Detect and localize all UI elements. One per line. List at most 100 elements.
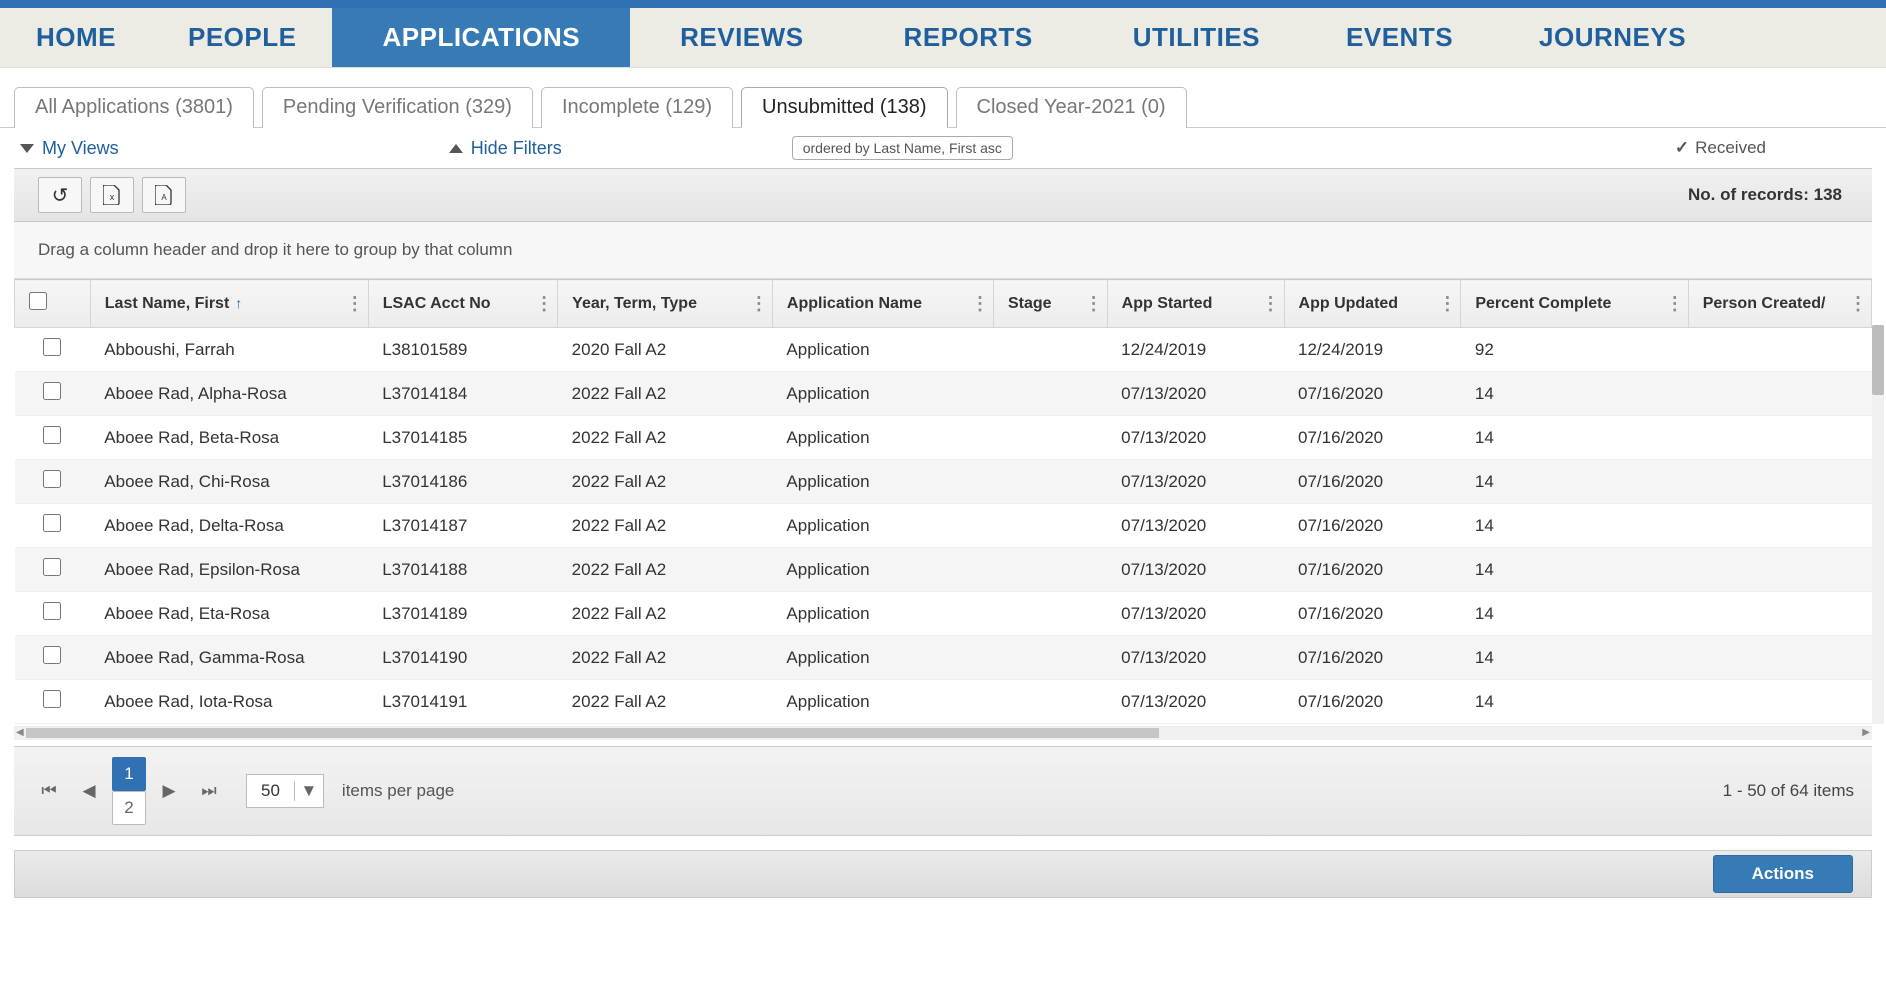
- tab-1[interactable]: Pending Verification (329): [262, 87, 533, 128]
- cell-lsac: L37014185: [368, 416, 557, 460]
- tab-0[interactable]: All Applications (3801): [14, 87, 254, 128]
- column-header-6[interactable]: App Started⋮: [1107, 280, 1284, 328]
- column-header-4[interactable]: Application Name⋮: [772, 280, 993, 328]
- pager-page-1[interactable]: 1: [112, 757, 146, 791]
- nav-journeys[interactable]: JOURNEYS: [1489, 8, 1736, 67]
- file-pdf-icon: A: [155, 185, 173, 205]
- horizontal-scrollbar[interactable]: ◀ ▶: [14, 726, 1872, 740]
- table-row[interactable]: Abboushi, FarrahL381015892020 Fall A2App…: [15, 328, 1872, 372]
- table-row[interactable]: Aboee Rad, Eta-RosaL370141892022 Fall A2…: [15, 592, 1872, 636]
- table-row[interactable]: Aboee Rad, Beta-RosaL370141852022 Fall A…: [15, 416, 1872, 460]
- table-row[interactable]: Aboee Rad, Gamma-RosaL370141902022 Fall …: [15, 636, 1872, 680]
- cell-pct: 14: [1461, 460, 1688, 504]
- cell-name: Aboee Rad, Alpha-Rosa: [90, 372, 368, 416]
- export-pdf-button[interactable]: A: [142, 177, 186, 213]
- cell-pct: 14: [1461, 680, 1688, 724]
- column-menu-icon[interactable]: ⋮: [1438, 293, 1454, 314]
- cell-ytt: 2022 Fall A2: [558, 592, 773, 636]
- column-menu-icon[interactable]: ⋮: [971, 293, 987, 314]
- table-row[interactable]: Aboee Rad, Alpha-RosaL370141842022 Fall …: [15, 372, 1872, 416]
- column-header-5[interactable]: Stage⋮: [993, 280, 1107, 328]
- cell-stage: [993, 328, 1107, 372]
- my-views-toggle[interactable]: My Views: [20, 138, 119, 159]
- cell-pct: 14: [1461, 548, 1688, 592]
- cell-pc: [1688, 372, 1871, 416]
- scrollbar-thumb[interactable]: [26, 728, 1159, 738]
- table-row[interactable]: Aboee Rad, Delta-RosaL370141872022 Fall …: [15, 504, 1872, 548]
- column-menu-icon[interactable]: ⋮: [750, 293, 766, 314]
- column-menu-icon[interactable]: ⋮: [346, 293, 362, 314]
- pager-first-button[interactable]: ⏮: [32, 774, 66, 808]
- export-excel-button[interactable]: x: [90, 177, 134, 213]
- column-header-7[interactable]: App Updated ⋮: [1284, 280, 1461, 328]
- refresh-button[interactable]: ↺: [38, 177, 82, 213]
- vertical-scrollbar[interactable]: [1872, 325, 1884, 724]
- column-menu-icon[interactable]: ⋮: [535, 293, 551, 314]
- tab-3[interactable]: Unsubmitted (138): [741, 87, 948, 128]
- pager-prev-button[interactable]: ◀: [72, 774, 106, 808]
- hide-filters-label: Hide Filters: [471, 138, 562, 159]
- cell-start: 07/13/2020: [1107, 680, 1284, 724]
- pager-next-button[interactable]: ▶: [152, 774, 186, 808]
- column-header-label: Person Created/: [1703, 295, 1826, 312]
- row-checkbox[interactable]: [43, 338, 61, 356]
- row-checkbox[interactable]: [43, 690, 61, 708]
- cell-lsac: L37014188: [368, 548, 557, 592]
- main-nav: HOMEPEOPLEAPPLICATIONSREVIEWSREPORTSUTIL…: [0, 8, 1886, 68]
- nav-events[interactable]: EVENTS: [1310, 8, 1489, 67]
- nav-reviews[interactable]: REVIEWS: [630, 8, 853, 67]
- sort-order-badge[interactable]: ordered by Last Name, First asc: [792, 136, 1013, 160]
- nav-applications[interactable]: APPLICATIONS: [332, 8, 630, 67]
- column-header-8[interactable]: Percent Complete ⋮: [1461, 280, 1688, 328]
- cell-start: 07/13/2020: [1107, 372, 1284, 416]
- tab-4[interactable]: Closed Year-2021 (0): [956, 87, 1187, 128]
- column-header-1[interactable]: Last Name, First↑⋮: [90, 280, 368, 328]
- column-header-2[interactable]: LSAC Acct No ⋮: [368, 280, 557, 328]
- pager-last-button[interactable]: ⏭: [192, 774, 226, 808]
- select-all-checkbox[interactable]: [29, 292, 47, 310]
- hide-filters-toggle[interactable]: Hide Filters: [449, 138, 562, 159]
- column-header-9[interactable]: Person Created/ ⋮: [1688, 280, 1871, 328]
- column-header-checkbox[interactable]: [15, 280, 91, 328]
- sort-asc-icon: ↑: [235, 295, 242, 311]
- cell-start: 07/13/2020: [1107, 592, 1284, 636]
- cell-pct: 14: [1461, 416, 1688, 460]
- column-menu-icon[interactable]: ⋮: [1849, 293, 1865, 314]
- pager-page-2[interactable]: 2: [112, 791, 146, 825]
- chevron-up-icon: [449, 144, 463, 153]
- top-accent-strip: [0, 0, 1886, 8]
- column-header-3[interactable]: Year, Term, Type⋮: [558, 280, 773, 328]
- table-row[interactable]: Aboee Rad, Epsilon-RosaL370141882022 Fal…: [15, 548, 1872, 592]
- page-size-select[interactable]: 50 ▼: [246, 774, 324, 808]
- nav-home[interactable]: HOME: [0, 8, 152, 67]
- row-checkbox[interactable]: [43, 514, 61, 532]
- tab-2[interactable]: Incomplete (129): [541, 87, 733, 128]
- column-menu-icon[interactable]: ⋮: [1666, 293, 1682, 314]
- column-header-label: LSAC Acct No: [383, 295, 491, 312]
- row-checkbox[interactable]: [43, 646, 61, 664]
- row-checkbox[interactable]: [43, 558, 61, 576]
- row-checkbox[interactable]: [43, 426, 61, 444]
- nav-reports[interactable]: REPORTS: [854, 8, 1083, 67]
- column-header-label: Percent Complete: [1475, 295, 1611, 312]
- group-by-dropzone[interactable]: Drag a column header and drop it here to…: [14, 222, 1872, 279]
- column-menu-icon[interactable]: ⋮: [1262, 293, 1278, 314]
- row-checkbox[interactable]: [43, 382, 61, 400]
- actions-button[interactable]: Actions: [1713, 855, 1853, 893]
- table-row[interactable]: Aboee Rad, Chi-RosaL370141862022 Fall A2…: [15, 460, 1872, 504]
- row-checkbox[interactable]: [43, 470, 61, 488]
- scroll-right-icon[interactable]: ▶: [1862, 727, 1870, 738]
- column-header-label: App Updated: [1299, 295, 1399, 312]
- row-checkbox-cell: [15, 372, 91, 416]
- cell-app: Application: [772, 460, 993, 504]
- column-menu-icon[interactable]: ⋮: [1085, 293, 1101, 314]
- scrollbar-thumb[interactable]: [1872, 325, 1884, 395]
- scroll-left-icon[interactable]: ◀: [16, 727, 24, 738]
- cell-ytt: 2022 Fall A2: [558, 548, 773, 592]
- row-checkbox-cell: [15, 504, 91, 548]
- nav-people[interactable]: PEOPLE: [152, 8, 332, 67]
- table-row[interactable]: Aboee Rad, Iota-RosaL370141912022 Fall A…: [15, 680, 1872, 724]
- nav-utilities[interactable]: UTILITIES: [1083, 8, 1310, 67]
- row-checkbox[interactable]: [43, 602, 61, 620]
- cell-app: Application: [772, 328, 993, 372]
